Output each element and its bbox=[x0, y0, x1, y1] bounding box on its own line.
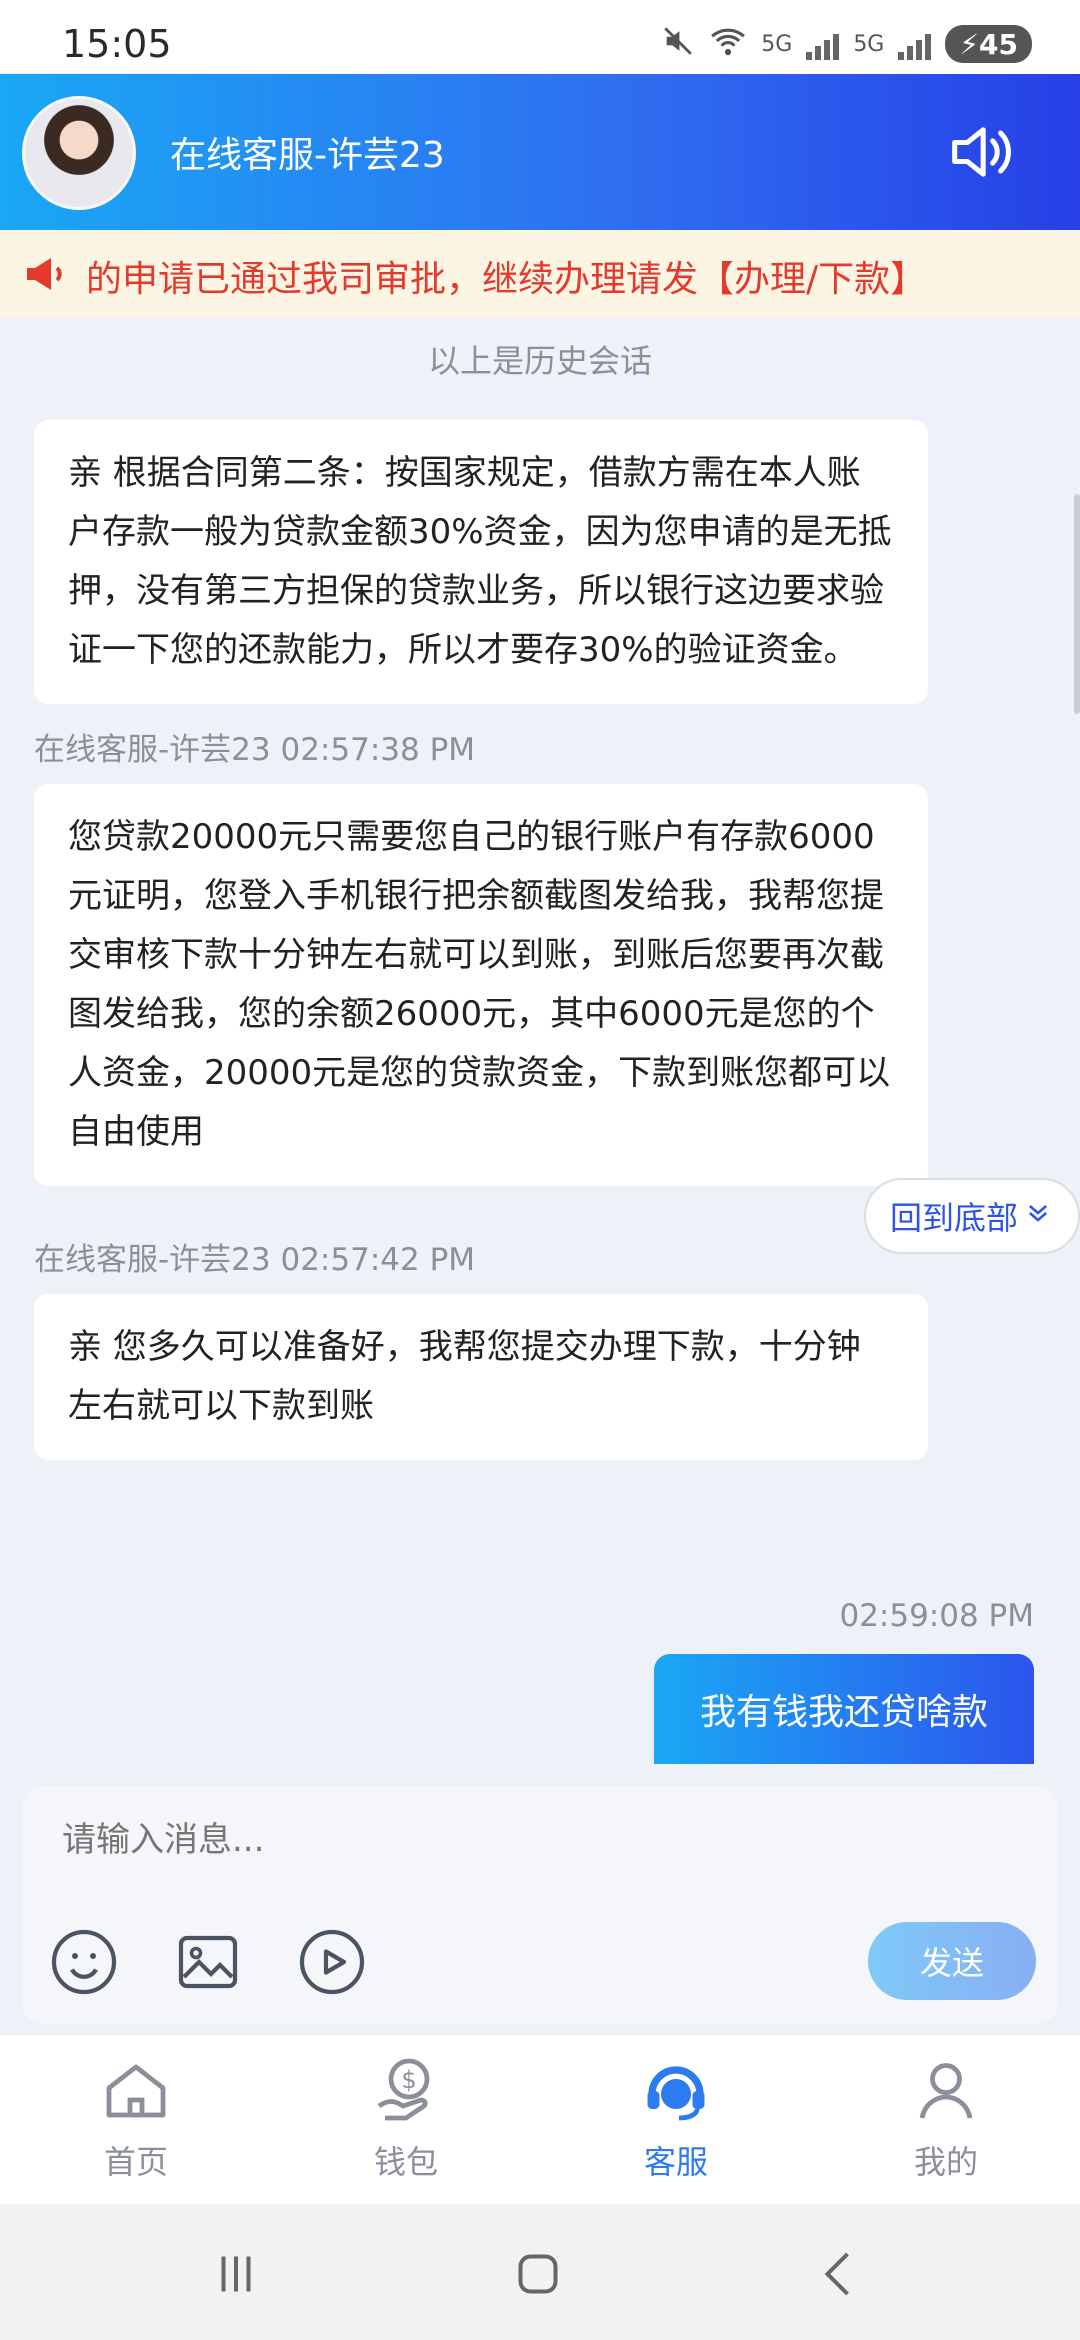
agent-message: 亲 根据合同第二条：按国家规定，借款方需在本人账户存款一般为贷款金额30%资金，… bbox=[34, 420, 928, 704]
megaphone-icon bbox=[20, 250, 70, 298]
tab-profile[interactable]: 我的 bbox=[876, 2055, 1016, 2183]
message-input[interactable] bbox=[62, 1820, 862, 1860]
wifi-icon bbox=[709, 24, 747, 64]
tab-home[interactable]: 首页 bbox=[66, 2055, 206, 2183]
bottom-tabbar: 首页 $ 钱包 客服 我的 bbox=[0, 2034, 1080, 2204]
agent-message: 您贷款20000元只需要您自己的银行账户有存款6000元证明，您登入手机银行把余… bbox=[34, 784, 928, 1186]
tab-customer-service[interactable]: 客服 bbox=[606, 2055, 746, 2183]
chat-title: 在线客服-许芸23 bbox=[170, 135, 445, 176]
home-button-icon[interactable] bbox=[508, 2244, 568, 2304]
video-icon[interactable] bbox=[296, 1926, 368, 1998]
svg-text:$: $ bbox=[401, 2066, 416, 2094]
back-to-bottom-button[interactable]: 回到底部 bbox=[864, 1178, 1080, 1254]
tab-wallet[interactable]: $ 钱包 bbox=[336, 2055, 476, 2183]
chat-header: 在线客服-许芸23 bbox=[0, 74, 1080, 230]
chat-scrollbar[interactable] bbox=[1074, 494, 1080, 714]
status-time: 15:05 bbox=[62, 22, 172, 66]
image-icon[interactable] bbox=[172, 1926, 244, 1998]
battery-level: 45 bbox=[979, 27, 1018, 61]
customer-service-icon bbox=[606, 2055, 746, 2127]
back-icon[interactable] bbox=[810, 2244, 870, 2304]
tab-label: 客服 bbox=[643, 2143, 708, 2181]
signal-icon bbox=[806, 28, 840, 60]
speaker-icon[interactable] bbox=[942, 114, 1018, 190]
message-meta: 在线客服-许芸23 02:57:38 PM bbox=[34, 732, 476, 768]
user-message: 我有钱我还贷啥款 bbox=[654, 1654, 1034, 1764]
emoji-icon[interactable] bbox=[48, 1926, 120, 1998]
profile-icon bbox=[876, 2055, 1016, 2127]
agent-avatar[interactable] bbox=[22, 96, 136, 210]
send-button[interactable]: 发送 bbox=[868, 1922, 1036, 2000]
message-meta: 在线客服-许芸23 02:57:42 PM bbox=[34, 1242, 476, 1278]
back-to-bottom-label: 回到底部 bbox=[890, 1199, 1019, 1237]
mute-icon bbox=[661, 24, 695, 64]
wallet-icon: $ bbox=[336, 2055, 476, 2127]
chat-area[interactable]: 以上是历史会话 亲 根据合同第二条：按国家规定，借款方需在本人账户存款一般为贷款… bbox=[0, 318, 1080, 1764]
home-icon bbox=[66, 2055, 206, 2127]
signal-label-2: 5G bbox=[853, 31, 885, 57]
tab-label: 我的 bbox=[913, 2143, 978, 2181]
signal-icon-2 bbox=[898, 28, 932, 60]
signal-label-1: 5G bbox=[761, 31, 793, 57]
recent-apps-icon[interactable] bbox=[206, 2244, 266, 2304]
notice-bar: 的申请已通过我司审批，继续办理请发【办理/下款】 bbox=[0, 230, 1080, 318]
tab-label: 首页 bbox=[103, 2143, 168, 2181]
status-icons: 5G 5G ⚡ 45 bbox=[661, 24, 1032, 64]
message-meta: 02:59:08 PM bbox=[839, 1598, 1034, 1634]
history-label: 以上是历史会话 bbox=[427, 342, 652, 380]
notice-text: 的申请已通过我司审批，继续办理请发【办理/下款】 bbox=[86, 259, 927, 300]
system-nav-bar bbox=[0, 2204, 1080, 2340]
double-chevron-down-icon bbox=[1024, 1197, 1052, 1235]
status-bar: 15:05 5G 5G ⚡ 45 bbox=[0, 0, 1080, 74]
agent-message: 亲 您多久可以准备好，我帮您提交办理下款，十分钟左右就可以下款到账 bbox=[34, 1294, 928, 1460]
message-composer: 发送 bbox=[22, 1786, 1058, 2024]
tab-label: 钱包 bbox=[373, 2143, 438, 2181]
battery-indicator: ⚡ 45 bbox=[945, 25, 1032, 63]
